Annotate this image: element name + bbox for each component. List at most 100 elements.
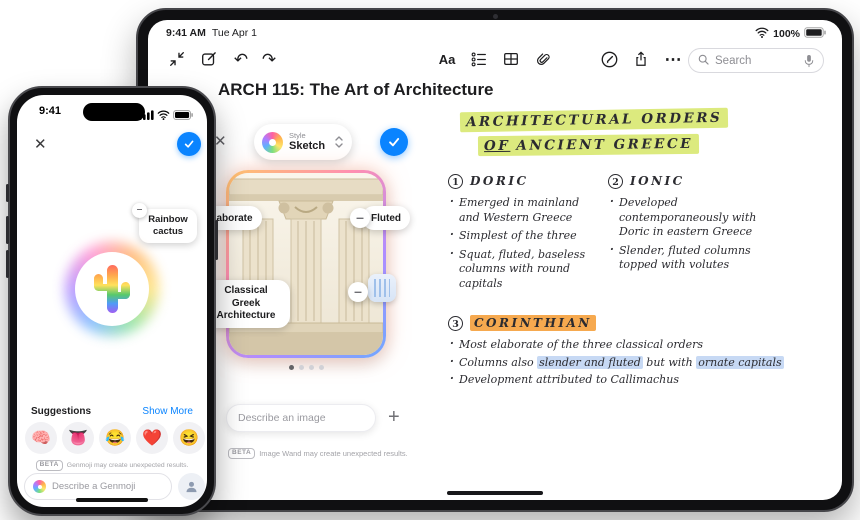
battery-icon xyxy=(804,27,826,41)
corinthian-section: 3 CORINTHIAN Most elaborate of the three … xyxy=(448,315,793,391)
genmoji-disclaimer: BETA Genmoji may create unexpected resul… xyxy=(17,460,207,471)
more-button[interactable]: ⋯ xyxy=(662,48,684,70)
battery-icon xyxy=(173,107,193,125)
remove-prompt-button[interactable]: – xyxy=(132,203,147,218)
dynamic-island xyxy=(83,103,145,121)
search-icon xyxy=(697,53,710,69)
markup-pencil-icon[interactable] xyxy=(598,48,620,70)
chevron-up-down-icon xyxy=(334,134,344,150)
handwritten-heading-2: OF ANCIENT GREECE xyxy=(477,133,700,157)
iphone-status-icons xyxy=(139,107,193,125)
ionic-bullet: Developed contemporaneously with Doric i… xyxy=(608,195,780,240)
page-dot[interactable] xyxy=(298,365,304,370)
emoji-suggestions-row: 🧠 👅 😂 ❤️ 😆 xyxy=(25,422,205,454)
style-swirl-icon xyxy=(262,131,283,153)
wifi-icon xyxy=(157,107,170,125)
ipad-screen: 9:41 AM Tue Apr 1 100% ↶ ↷ Aa ⋯ Search A… xyxy=(148,20,842,500)
table-icon[interactable] xyxy=(500,48,522,70)
checklist-icon[interactable] xyxy=(468,48,490,70)
page-dot[interactable] xyxy=(318,365,324,370)
style-selector[interactable]: Style Sketch xyxy=(254,124,352,160)
page-dot[interactable] xyxy=(288,365,294,370)
redo-icon[interactable]: ↷ xyxy=(258,48,280,70)
remove-tag-button[interactable]: – xyxy=(350,208,370,228)
search-field[interactable]: Search xyxy=(688,48,824,73)
style-label: Style xyxy=(289,130,306,140)
page-dot[interactable] xyxy=(308,365,314,370)
remove-tag-button[interactable]: – xyxy=(348,282,368,302)
person-icon xyxy=(186,481,197,493)
ionic-heading: 2 IONIC xyxy=(608,174,780,189)
ionic-number: 2 xyxy=(608,174,623,189)
emoji-suggestion-brain[interactable]: 🧠 xyxy=(25,422,57,454)
hero-canvas: 9:41 AM Tue Apr 1 100% ↶ ↷ Aa ⋯ Search A… xyxy=(0,0,860,520)
ipad-home-indicator[interactable] xyxy=(447,491,543,495)
signal-icon xyxy=(139,107,154,125)
describe-genmoji-input[interactable] xyxy=(52,481,163,492)
text-format-button[interactable]: Aa xyxy=(436,48,458,70)
corinthian-title: CORINTHIAN xyxy=(470,315,596,331)
ipad-device: 9:41 AM Tue Apr 1 100% ↶ ↷ Aa ⋯ Search A… xyxy=(136,8,854,512)
show-more-link[interactable]: Show More xyxy=(142,406,193,417)
genmoji-preview xyxy=(60,237,164,341)
collapse-icon[interactable] xyxy=(166,48,188,70)
genmoji-sparkle-icon xyxy=(33,480,46,493)
describe-image-input[interactable] xyxy=(238,412,364,424)
style-thumbnail[interactable] xyxy=(368,274,396,302)
iphone-status-time: 9:41 xyxy=(39,105,62,117)
corinthian-heading: 3 CORINTHIAN xyxy=(448,315,793,331)
checkmark-icon xyxy=(184,140,194,148)
corinthian-number: 3 xyxy=(448,316,463,331)
generated-column-image xyxy=(229,173,383,355)
beta-badge: BETA xyxy=(35,460,63,471)
attachment-icon[interactable] xyxy=(532,48,554,70)
ipad-status-bar: 9:41 AM Tue Apr 1 xyxy=(166,27,257,39)
emoji-suggestion-tongue[interactable]: 👅 xyxy=(62,422,94,454)
heading-rest: ANCIENT GREECE xyxy=(516,135,694,154)
doric-bullet: Squat, fluted, baseless columns with rou… xyxy=(448,247,601,292)
compose-icon[interactable] xyxy=(198,48,220,70)
checkmark-icon xyxy=(389,137,400,147)
ionic-bullet: Slender, fluted columns topped with volu… xyxy=(608,243,780,273)
undo-icon[interactable]: ↶ xyxy=(230,48,252,70)
iphone-screen: 9:41 ✕ Rainbow cactus – Suggestions Show… xyxy=(17,95,207,507)
accept-image-button[interactable] xyxy=(380,128,408,156)
genmoji-close-button[interactable]: ✕ xyxy=(34,135,47,153)
describe-image-field[interactable] xyxy=(226,404,376,432)
notes-toolbar: ↶ ↷ Aa ⋯ Search xyxy=(148,44,842,76)
heading-of: OF xyxy=(483,137,511,155)
generated-image-card[interactable] xyxy=(226,170,386,358)
corinthian-bullet: Most elaborate of the three classical or… xyxy=(448,337,793,353)
disclaimer-text: Image Wand may create unexpected results… xyxy=(259,448,408,458)
action-button xyxy=(6,184,9,202)
mic-icon[interactable] xyxy=(803,53,815,69)
ionic-section: 2 IONIC Developed contemporaneously with … xyxy=(608,174,780,277)
add-prompt-button[interactable]: + xyxy=(388,406,400,429)
battery-percent: 100% xyxy=(773,28,800,40)
iphone-home-indicator[interactable] xyxy=(76,498,148,502)
handwritten-heading-1: ARCHITECTURAL ORDERS xyxy=(459,107,729,133)
doric-section: 1 DORIC Emerged in mainland and Western G… xyxy=(448,174,601,295)
ionic-title: IONIC xyxy=(630,174,685,188)
pagination-dots[interactable] xyxy=(226,365,386,370)
genmoji-accept-button[interactable] xyxy=(177,132,201,156)
doric-bullet: Simplest of the three xyxy=(448,228,601,244)
share-icon[interactable] xyxy=(630,48,652,70)
people-button[interactable] xyxy=(178,473,205,500)
wifi-icon xyxy=(755,27,769,41)
rainbow-cactus-emoji xyxy=(94,265,130,313)
describe-genmoji-field[interactable] xyxy=(24,473,172,500)
doric-number: 1 xyxy=(448,174,463,189)
doric-bullet: Emerged in mainland and Western Greece xyxy=(448,195,601,225)
image-wand-disclaimer: BETA Image Wand may create unexpected re… xyxy=(228,448,408,459)
highlighted-text: slender and fluted xyxy=(537,355,643,369)
bullet-text: Columns also xyxy=(459,355,538,369)
ipad-camera xyxy=(493,14,498,19)
search-placeholder: Search xyxy=(715,54,752,67)
emoji-suggestion-grin[interactable]: 😆 xyxy=(173,422,205,454)
doric-title: DORIC xyxy=(470,174,529,188)
corinthian-bullet: Development attributed to Callimachus xyxy=(448,372,793,388)
disclaimer-text: Genmoji may create unexpected results. xyxy=(66,461,189,469)
emoji-suggestion-laughing[interactable]: 😂 xyxy=(99,422,131,454)
emoji-suggestion-heart[interactable]: ❤️ xyxy=(136,422,168,454)
